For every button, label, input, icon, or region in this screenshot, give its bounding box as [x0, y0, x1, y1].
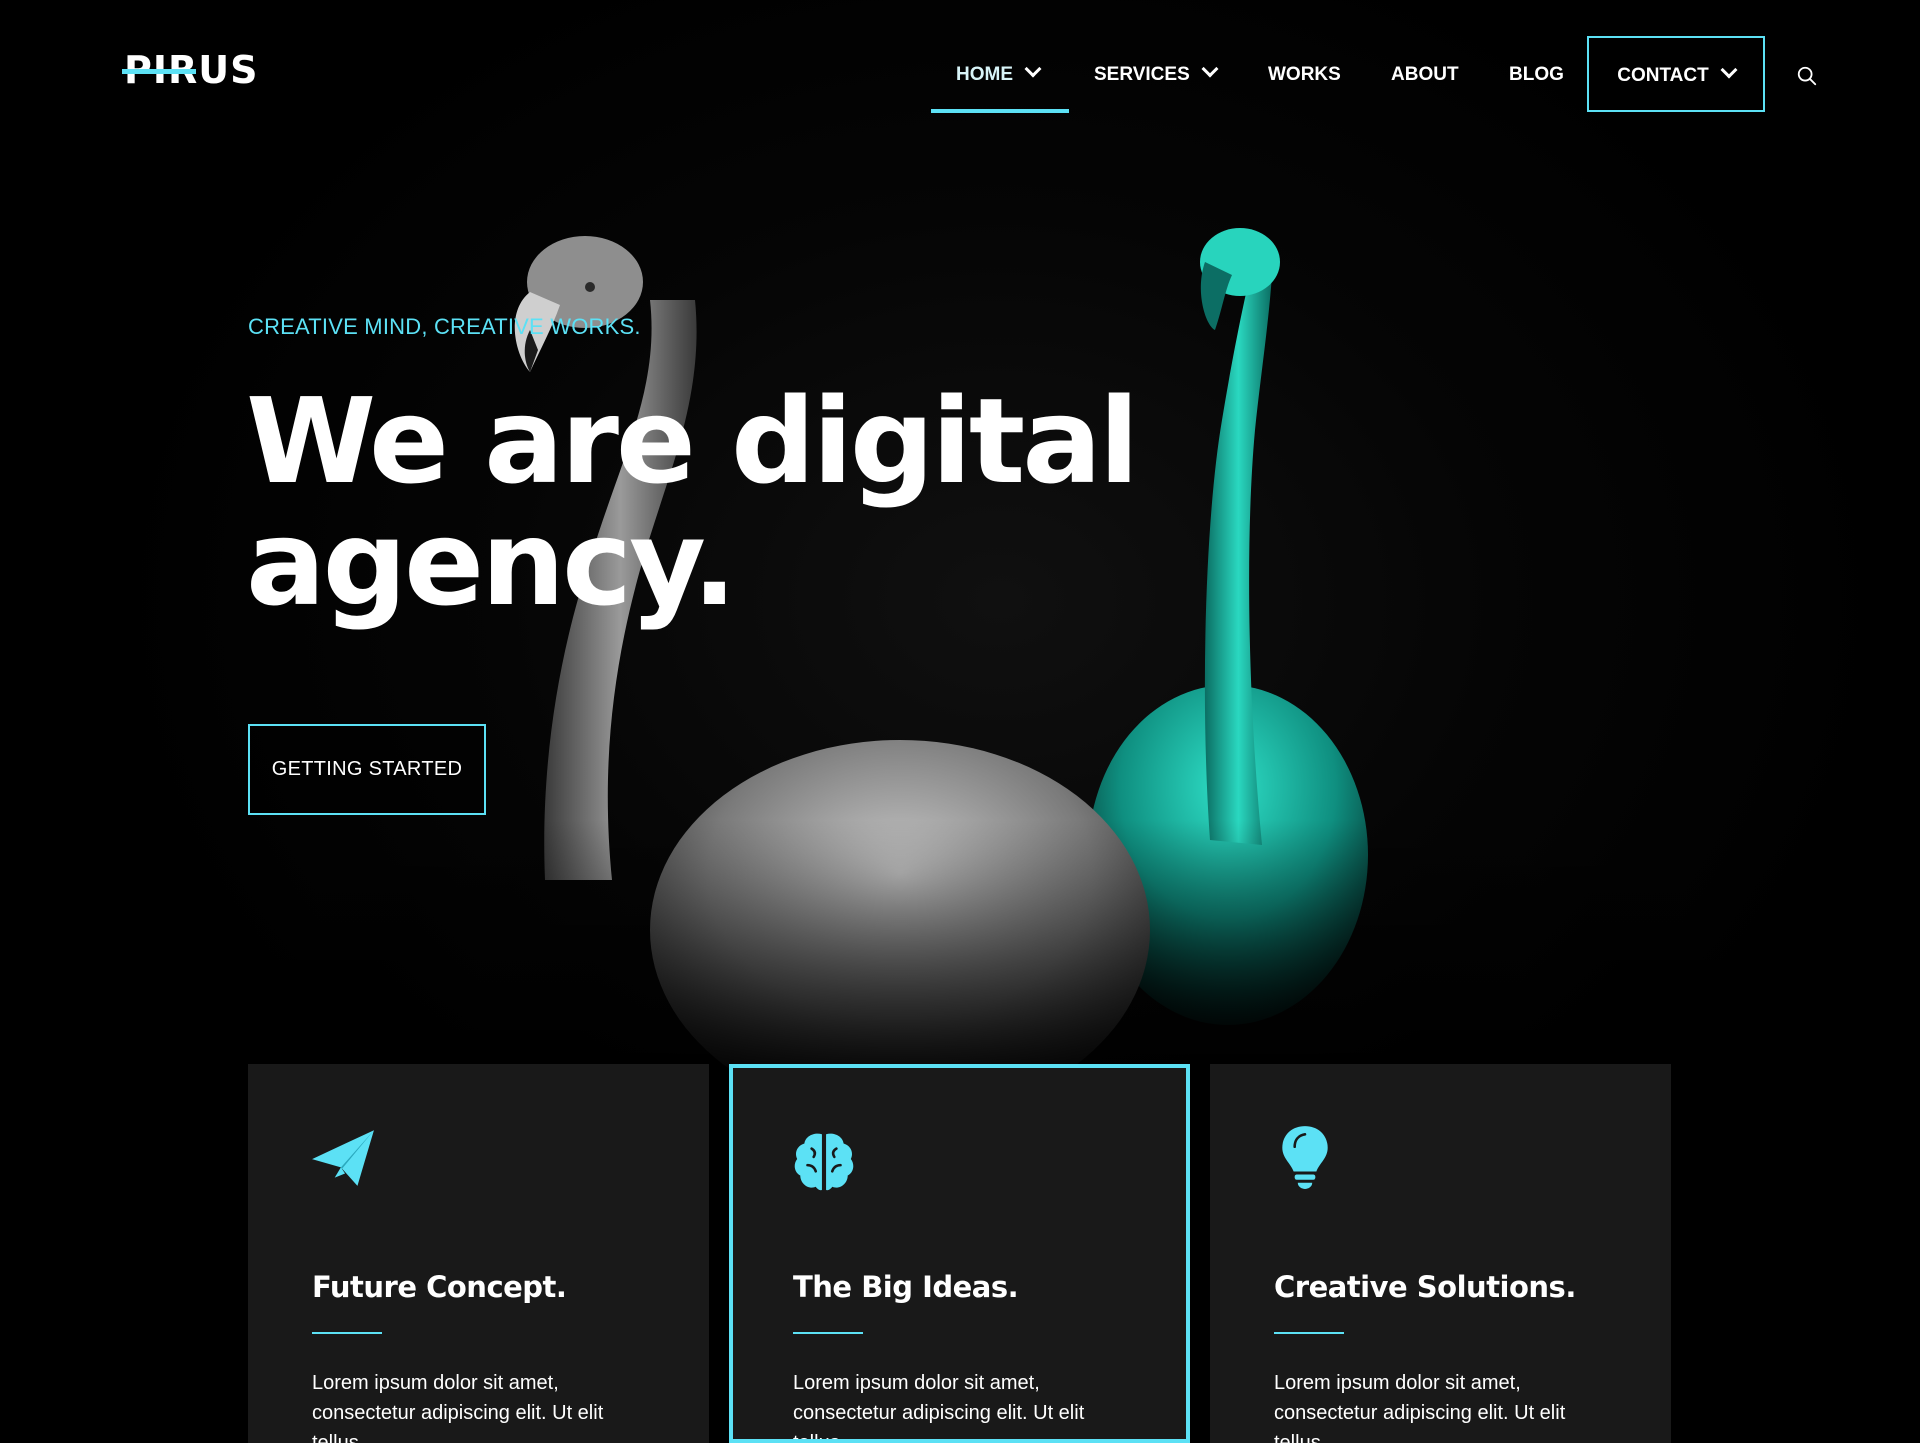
active-nav-underline [931, 109, 1069, 113]
nav-item-services[interactable]: SERVICES [1094, 48, 1219, 118]
chevron-down-icon [1720, 61, 1738, 79]
nav-item-label: HOME [956, 64, 1013, 85]
feature-card-big-ideas[interactable]: The Big Ideas. Lorem ipsum dolor sit ame… [729, 1064, 1190, 1443]
feature-card-future-concept[interactable]: Future Concept. Lorem ipsum dolor sit am… [248, 1064, 709, 1443]
feature-card-text: Lorem ipsum dolor sit amet, consectetur … [793, 1372, 1085, 1443]
logo-accent-stroke [122, 69, 196, 74]
nav-item-about[interactable]: ABOUT [1391, 48, 1459, 118]
hero-tagline: CREATIVE MIND, CREATIVE WORKS. [248, 314, 641, 339]
feature-card-text: Lorem ipsum dolor sit amet, consectetur … [312, 1372, 604, 1443]
feature-card-title: Creative Solutions. [1274, 1270, 1576, 1304]
nav-item-label: ABOUT [1391, 64, 1459, 85]
feature-card-divider [312, 1332, 382, 1334]
hero-title-line-2: agency. [246, 494, 737, 632]
contact-button-label: CONTACT [1617, 65, 1709, 86]
nav-item-label: SERVICES [1094, 64, 1190, 85]
getting-started-button[interactable]: GETTING STARTED [248, 724, 486, 815]
feature-card-divider [1274, 1332, 1344, 1334]
nav-item-label: BLOG [1509, 64, 1564, 85]
feature-card-text: Lorem ipsum dolor sit amet, consectetur … [1274, 1372, 1566, 1443]
chevron-down-icon [1201, 60, 1219, 78]
lightbulb-icon [1282, 1126, 1328, 1189]
contact-button[interactable]: CONTACT [1587, 36, 1765, 112]
hero-title-line-1: We are digital [246, 372, 1139, 510]
logo[interactable]: PIRUS [122, 50, 258, 90]
hero-title: We are digital agency. [246, 380, 1139, 624]
nav-item-label: WORKS [1268, 64, 1341, 85]
paper-plane-icon [312, 1130, 374, 1186]
feature-card-divider [793, 1332, 863, 1334]
brain-icon [794, 1133, 854, 1191]
feature-card-creative-solutions[interactable]: Creative Solutions. Lorem ipsum dolor si… [1210, 1064, 1671, 1443]
chevron-down-icon [1024, 60, 1042, 78]
nav-item-works[interactable]: WORKS [1268, 48, 1341, 118]
search-icon[interactable] [1796, 65, 1818, 87]
feature-card-title: Future Concept. [312, 1270, 567, 1304]
nav-item-home[interactable]: HOME [956, 48, 1042, 118]
feature-card-title: The Big Ideas. [793, 1270, 1019, 1304]
nav-item-blog[interactable]: BLOG [1509, 48, 1564, 118]
